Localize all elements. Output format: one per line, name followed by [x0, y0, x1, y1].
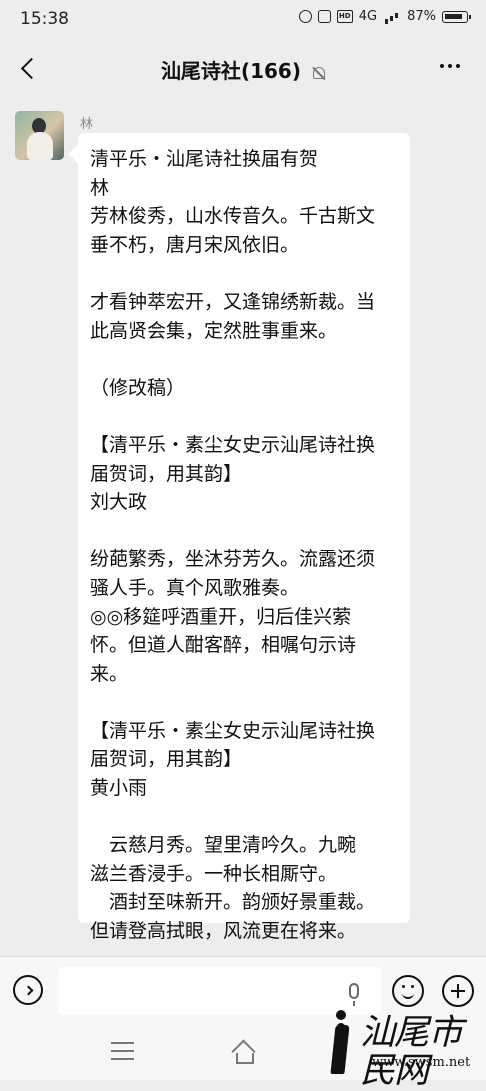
message-line: 酒封至味新开。韵颁好景重裁。 [90, 891, 376, 914]
hd-icon: HD [336, 10, 353, 23]
watermark-figure [326, 1010, 357, 1076]
status-time: 15:38 [20, 9, 69, 29]
watermark: 汕尾市民网 www.swsm.net [310, 1000, 480, 1090]
message-line: 清平乐・汕尾诗社换届有贺 [90, 148, 319, 170]
more-button[interactable] [440, 64, 460, 68]
message-line: 黄小雨 [90, 777, 148, 800]
voice-button[interactable] [13, 975, 43, 1005]
menu-line [111, 1050, 134, 1052]
chat-area[interactable]: 林 清平乐・汕尾诗社换届有贺 林 芳林俊秀，山水传音久。千古斯文 垂不朽，唐月宋… [0, 97, 486, 956]
message-line [90, 803, 398, 832]
message-line: 来。 [90, 662, 129, 685]
message-line [90, 259, 398, 288]
message-line: 垂不朽，唐月宋风依旧。 [90, 233, 300, 256]
battery-icon [442, 10, 471, 23]
message-line: 【清平乐・素尘女史示汕尾诗社换 [90, 719, 376, 742]
menu-line [111, 1042, 134, 1044]
message-line: 骚人手。真个风歌雅奏。 [90, 576, 300, 599]
status-bar: 15:38 HD 4G 87% [0, 0, 486, 40]
message-line: 怀。但道人酣客醉，相嘱句示诗 [90, 634, 357, 657]
message-line [90, 688, 398, 717]
menu-line [111, 1058, 134, 1060]
more-dot-icon [440, 64, 444, 68]
message-line: 纷葩繁秀，坐沐芬芳久。流露还须 [90, 548, 376, 571]
message-line: 此高贤会集，定然胜事重来。 [90, 319, 338, 342]
message-line: ◎◎移筵呼酒重开，归后佳兴萦 [90, 605, 352, 628]
message-line [90, 402, 398, 431]
message-bubble[interactable]: 清平乐・汕尾诗社换届有贺 林 芳林俊秀，山水传音久。千古斯文 垂不朽，唐月宋风依… [78, 133, 410, 942]
bell-off-icon [313, 67, 326, 79]
sender-name: 林 [80, 117, 94, 132]
message-line: 芳林俊秀，山水传音久。千古斯文 [90, 205, 376, 228]
menu-button[interactable] [111, 1042, 134, 1060]
message-line: 林 [90, 176, 110, 199]
message-line: 【清平乐・素尘女史示汕尾诗社换 [90, 433, 376, 456]
message-line: 才看钟萃宏开，又逢锦绣新裁。当 [90, 290, 376, 313]
message-line: 刘大政 [90, 491, 148, 514]
microphone-icon[interactable] [349, 983, 359, 1006]
message-line: 云慈月秀。望里清吟久。九畹 [90, 834, 357, 857]
chat-header: 汕尾诗社(166) [0, 40, 486, 97]
message-line [90, 345, 398, 374]
chat-title-wrap: 汕尾诗社(166) [0, 55, 486, 84]
more-dot-icon [448, 64, 452, 68]
alarm-icon [298, 10, 312, 23]
watermark-title: 汕尾市民网 [360, 1013, 463, 1091]
message-line: （修改稿） [90, 376, 186, 399]
home-button[interactable] [229, 1040, 257, 1064]
status-indicators: HD 4G 87% [298, 9, 471, 24]
mute-icon [317, 10, 331, 23]
watermark-url: www.swsm.net [372, 1055, 471, 1070]
more-dot-icon [456, 64, 460, 68]
message-line: 滋兰香浸手。一种长相厮守。 [90, 862, 338, 885]
message-line: 但请登高拭眼，风流更在将来。 [90, 920, 357, 943]
network-label: 4G [358, 9, 378, 24]
chat-title: 汕尾诗社(166) [160, 59, 301, 83]
battery-percent: 87% [407, 9, 436, 24]
avatar[interactable] [15, 111, 64, 160]
signal-icon [383, 10, 401, 24]
message-line: 届贺词，用其韵】 [90, 748, 243, 771]
message-line: 届贺词，用其韵】 [90, 462, 243, 485]
message-line [90, 517, 398, 546]
